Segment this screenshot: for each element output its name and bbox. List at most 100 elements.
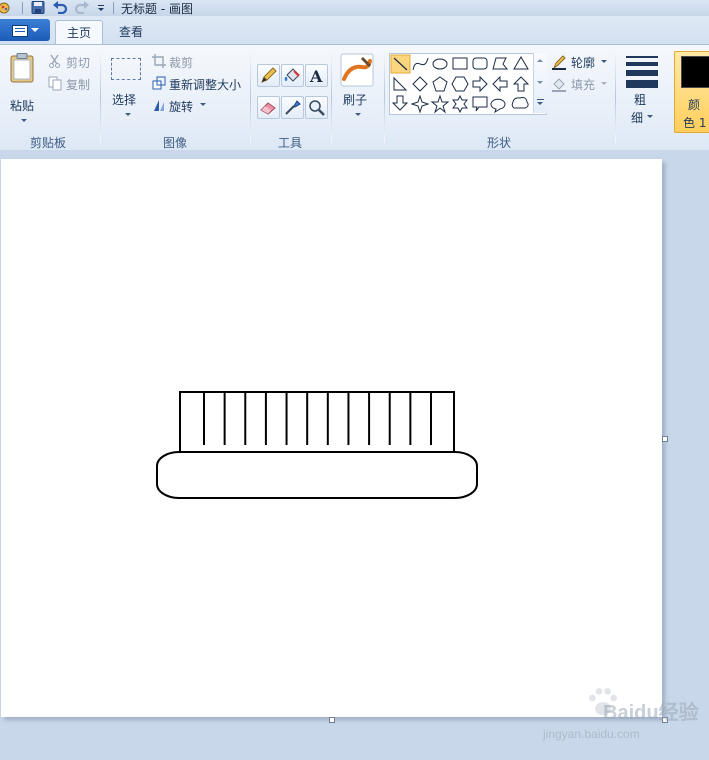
pencil-icon: [261, 67, 277, 83]
size-button[interactable]: 粗 细: [622, 51, 662, 129]
comb-teeth-frame: [179, 391, 455, 455]
outline-label: 轮廓: [571, 56, 596, 70]
group-separator: [100, 51, 101, 143]
color-picker-tool[interactable]: [281, 96, 304, 119]
fill-button[interactable]: 填充: [551, 75, 609, 93]
cut-button[interactable]: 剪切: [48, 53, 96, 71]
right-arrow-icon[interactable]: [472, 75, 488, 93]
right-triangle-icon[interactable]: [393, 76, 408, 91]
paste-dropdown-arrow: [21, 119, 27, 122]
six-point-star-icon[interactable]: [452, 94, 468, 114]
left-arrow-icon[interactable]: [492, 75, 508, 93]
rectangle-icon[interactable]: [452, 57, 468, 70]
quick-access-separator: [113, 2, 114, 14]
oval-callout-icon[interactable]: [490, 98, 506, 114]
window-title: 无标题 - 画图: [121, 2, 193, 16]
polygon-icon[interactable]: [492, 57, 509, 70]
canvas-resize-handle-bottom[interactable]: [329, 717, 335, 723]
rect-callout-icon[interactable]: [472, 96, 488, 112]
rotate-label: 旋转: [169, 100, 194, 114]
save-icon[interactable]: [31, 1, 45, 14]
paste-button[interactable]: 粘贴: [4, 51, 40, 125]
outline-brush-icon: [552, 55, 566, 70]
watermark-url: jingyan.baidu.com: [543, 727, 640, 741]
canvas-workspace: [0, 150, 709, 760]
color1-label-line2: 色 1: [683, 116, 707, 130]
selection-rectangle-icon: [111, 58, 141, 80]
undo-icon[interactable]: [52, 1, 68, 14]
shapes-grid: [390, 54, 530, 114]
eraser-icon: [260, 102, 276, 115]
group-separator: [331, 51, 332, 143]
color-picker-icon: [285, 100, 301, 115]
fill-bucket-disabled-icon: [552, 78, 566, 92]
select-dropdown-arrow: [125, 113, 131, 116]
hexagon-icon[interactable]: [451, 76, 469, 92]
line-width-icon: [626, 56, 658, 88]
redo-icon[interactable]: [74, 1, 90, 14]
cloud-callout-icon[interactable]: [511, 97, 529, 109]
rounded-rectangle-icon[interactable]: [472, 57, 488, 70]
resize-label: 重新调整大小: [169, 78, 242, 92]
expand-gallery-arrow: [537, 102, 543, 105]
brushes-button[interactable]: 刷子: [336, 51, 378, 125]
comb-base: [156, 451, 478, 499]
size-label-line1: 粗: [634, 93, 647, 107]
canvas-resize-handle-right[interactable]: [662, 436, 668, 442]
paste-icon: [10, 53, 34, 83]
comb-teeth: [203, 393, 432, 445]
copy-label: 复制: [66, 78, 91, 92]
pentagon-icon[interactable]: [432, 76, 448, 92]
up-arrow-icon[interactable]: [512, 76, 530, 92]
four-point-star-icon[interactable]: [410, 94, 430, 114]
oval-icon[interactable]: [432, 58, 448, 70]
shapes-gallery[interactable]: [389, 53, 547, 115]
customize-quick-access-icon[interactable]: [96, 1, 106, 14]
color1-button[interactable]: 颜 色 1: [674, 51, 709, 133]
brushes-label: 刷子: [343, 93, 368, 107]
brushes-dropdown-arrow: [355, 113, 361, 116]
diamond-icon[interactable]: [412, 76, 428, 92]
text-tool[interactable]: A: [305, 64, 328, 87]
size-dropdown-arrow: [647, 115, 653, 118]
eraser-tool[interactable]: [257, 96, 280, 119]
brush-icon: [340, 53, 374, 87]
shapes-group-label: 形状: [487, 136, 512, 150]
magnifier-tool[interactable]: [305, 96, 328, 119]
resize-button[interactable]: 重新调整大小: [152, 75, 244, 93]
watermark-brand: Baidu经验: [603, 702, 699, 724]
fill-tool[interactable]: [281, 64, 304, 87]
color1-label-line1: 颜: [688, 98, 701, 112]
down-arrow-icon[interactable]: [391, 95, 409, 111]
copy-button[interactable]: 复制: [48, 75, 96, 93]
scroll-down-icon[interactable]: [537, 81, 543, 84]
select-button[interactable]: 选择: [106, 51, 146, 125]
scroll-up-icon[interactable]: [537, 59, 543, 62]
crop-button[interactable]: 裁剪: [152, 53, 198, 71]
pencil-tool[interactable]: [257, 64, 280, 87]
curve-icon[interactable]: [412, 57, 429, 71]
rotate-dropdown-arrow: [200, 103, 206, 106]
rotate-button[interactable]: 旋转: [152, 97, 208, 115]
rotate-icon: [154, 100, 164, 111]
tools-group-label: 工具: [278, 136, 303, 150]
image-group-label: 图像: [163, 136, 188, 150]
tab-home[interactable]: 主页: [55, 20, 103, 45]
crop-label: 裁剪: [169, 56, 194, 70]
drawing-canvas[interactable]: [1, 159, 662, 717]
tab-view[interactable]: 查看: [108, 20, 154, 44]
paint-app-icon[interactable]: [0, 1, 16, 14]
cut-label: 剪切: [66, 56, 91, 70]
size-label-line2: 细: [631, 111, 644, 125]
five-point-star-icon[interactable]: [430, 94, 450, 114]
clipboard-group-label: 剪贴板: [30, 136, 67, 150]
shapes-gallery-scroll[interactable]: [533, 53, 547, 113]
expand-gallery-icon[interactable]: [537, 99, 544, 100]
copy-icon: [48, 76, 62, 91]
paint-menu-button[interactable]: [0, 19, 50, 41]
paste-label: 粘贴: [10, 99, 35, 113]
outline-dropdown-arrow: [601, 60, 607, 63]
outline-button[interactable]: 轮廓: [551, 53, 609, 71]
triangle-icon[interactable]: [513, 56, 529, 70]
color1-swatch: [681, 56, 709, 88]
